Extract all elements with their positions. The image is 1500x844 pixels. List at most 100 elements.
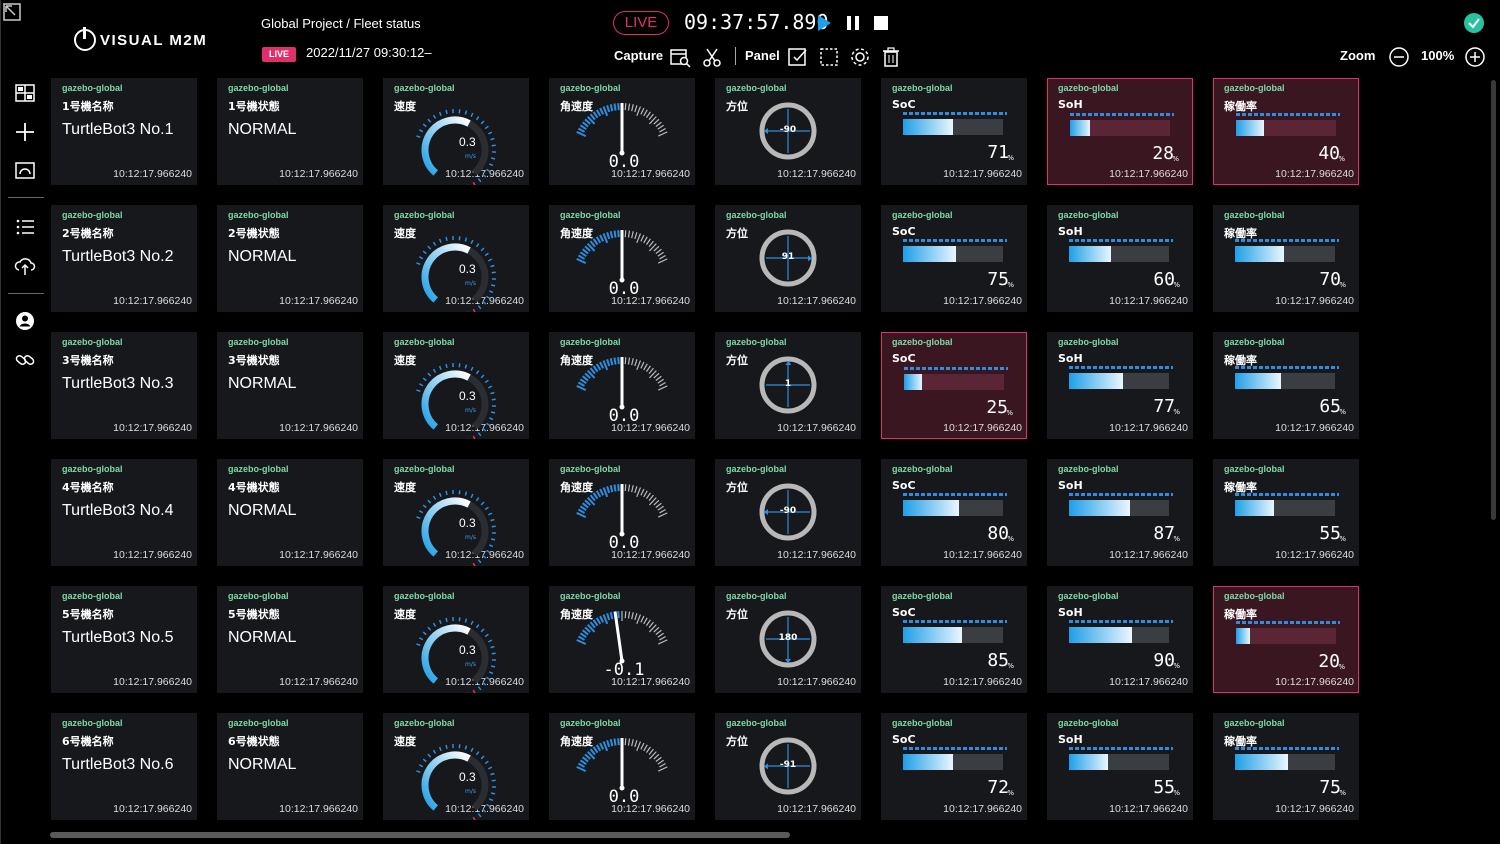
panel-settings-icon[interactable] <box>849 46 871 68</box>
list-icon[interactable] <box>14 216 36 238</box>
angular-tick <box>648 113 654 120</box>
uptime-panel[interactable]: gazebo-global 稼働率 10:12:17.966240 70% <box>1213 205 1359 312</box>
robot-name-panel[interactable]: gazebo-global 6号機名称 10:12:17.966240 TurtleB… <box>51 713 197 820</box>
robot-state-panel[interactable]: gazebo-global 1号機状態 10:12:17.966240 NORMAL <box>217 78 363 185</box>
add-panel-icon[interactable] <box>14 121 36 143</box>
robot-name-panel[interactable]: gazebo-global 2号機名称 10:12:17.966240 TurtleB… <box>51 205 197 312</box>
user-account-icon[interactable] <box>14 310 36 332</box>
bar-fill <box>903 246 956 262</box>
angular-speed-panel[interactable]: gazebo-global 角速度 10:12:17.966240 0.0 <box>549 205 695 312</box>
soh-panel[interactable]: gazebo-global SoH 10:12:17.966240 87% <box>1047 459 1193 566</box>
soc-panel[interactable]: gazebo-global SoC 10:12:17.966240 75% <box>881 205 1027 312</box>
speed-gauge <box>416 744 496 820</box>
soh-panel[interactable]: gazebo-global SoH 10:12:17.966240 90% <box>1047 586 1193 693</box>
zoom-out-icon[interactable] <box>1388 46 1410 68</box>
soh-panel[interactable]: gazebo-global SoH 10:12:17.966240 77% <box>1047 332 1193 439</box>
bar-scale-ticks <box>1069 366 1173 369</box>
soc-panel[interactable]: gazebo-global SoC 10:12:17.966240 71% <box>881 78 1027 185</box>
uptime-panel[interactable]: gazebo-global 稼働率 10:12:17.966240 55% <box>1213 459 1359 566</box>
robot-state-panel[interactable]: gazebo-global 2号機状態 10:12:17.966240 NORMAL <box>217 205 363 312</box>
gauge-tick <box>432 749 437 754</box>
speed-gauge-panel[interactable]: gazebo-global 速度 10:12:17.966240 0.3 m/s <box>383 205 529 312</box>
percent-unit: % <box>1007 154 1014 162</box>
horizontal-scrollbar[interactable] <box>50 832 790 838</box>
soh-value: 77 <box>1153 396 1175 417</box>
angular-tick <box>599 742 605 750</box>
gauge-tick <box>418 383 424 387</box>
heading-panel[interactable]: gazebo-global 方位 10:12:17.966240 1 <box>715 332 861 439</box>
soh-panel[interactable]: gazebo-global SoH 10:12:17.966240 55% <box>1047 713 1193 820</box>
gauge-tick <box>418 764 424 768</box>
angular-speed-panel[interactable]: gazebo-global 角速度 10:12:17.966240 0.0 <box>549 713 695 820</box>
monitor-gauge-icon[interactable] <box>14 160 36 182</box>
angular-tick <box>636 487 642 498</box>
gauge-tick <box>489 544 494 548</box>
panel-timestamp: 10:12:17.966240 <box>943 295 1022 307</box>
gauge-tick <box>477 178 482 183</box>
robot-name-panel[interactable]: gazebo-global 5号機名称 10:12:17.966240 TurtleB… <box>51 586 197 693</box>
breadcrumb[interactable]: Global Project / Fleet status <box>261 16 421 31</box>
bar-track <box>903 246 1003 262</box>
scissors-icon[interactable] <box>701 46 723 68</box>
panel-title: SoC <box>892 225 916 238</box>
angular-tick <box>579 378 587 384</box>
soh-panel[interactable]: gazebo-global SoH 10:12:17.966240 28% <box>1047 78 1193 185</box>
soh-panel[interactable]: gazebo-global SoH 10:12:17.966240 60% <box>1047 205 1193 312</box>
heading-panel[interactable]: gazebo-global 方位 10:12:17.966240 -90 <box>715 78 861 185</box>
robot-state-panel[interactable]: gazebo-global 3号機状態 10:12:17.966240 NORMAL <box>217 332 363 439</box>
play-icon[interactable] <box>815 14 833 32</box>
stop-icon[interactable] <box>872 14 890 32</box>
heading-panel[interactable]: gazebo-global 方位 10:12:17.966240 180 <box>715 586 861 693</box>
angular-tick <box>581 248 589 255</box>
expand-corner-icon[interactable] <box>3 3 21 21</box>
soc-panel[interactable]: gazebo-global SoC 10:12:17.966240 80% <box>881 459 1027 566</box>
dashboard-icon[interactable] <box>14 82 36 104</box>
select-area-icon[interactable] <box>818 46 840 68</box>
cloud-upload-icon[interactable] <box>14 255 36 277</box>
vertical-scrollbar[interactable] <box>1491 80 1496 520</box>
speed-gauge-panel[interactable]: gazebo-global 速度 10:12:17.966240 0.3 m/s <box>383 78 529 185</box>
bar-track <box>903 119 1003 135</box>
soc-panel[interactable]: gazebo-global SoC 10:12:17.966240 72% <box>881 713 1027 820</box>
gauge-tick <box>484 252 489 257</box>
panel-edit-icon[interactable] <box>787 46 809 68</box>
live-button[interactable]: LIVE <box>613 11 669 35</box>
soc-panel[interactable]: gazebo-global SoC 10:12:17.966240 85% <box>881 586 1027 693</box>
speed-gauge-panel[interactable]: gazebo-global 速度 10:12:17.966240 0.3 m/s <box>383 332 529 439</box>
gauge-tick <box>416 643 421 647</box>
speed-gauge-panel[interactable]: gazebo-global 速度 10:12:17.966240 0.3 m/s <box>383 713 529 820</box>
soc-panel[interactable]: gazebo-global SoC 10:12:17.966240 25% <box>881 332 1027 439</box>
angular-tick <box>634 486 638 494</box>
robot-state-panel[interactable]: gazebo-global 6号機状態 10:12:17.966240 NORMAL <box>217 713 363 820</box>
speed-gauge-panel[interactable]: gazebo-global 速度 10:12:17.966240 0.3 m/s <box>383 586 529 693</box>
angular-tick <box>636 233 642 244</box>
heading-panel[interactable]: gazebo-global 方位 10:12:17.966240 -90 <box>715 459 861 566</box>
robot-name-panel[interactable]: gazebo-global 4号機名称 10:12:17.966240 TurtleB… <box>51 459 197 566</box>
bar-scale-ticks <box>1235 747 1339 750</box>
uptime-panel[interactable]: gazebo-global 稼働率 10:12:17.966240 20% <box>1213 586 1359 693</box>
robot-name-panel[interactable]: gazebo-global 3号機名称 10:12:17.966240 TurtleB… <box>51 332 197 439</box>
angular-tick <box>592 238 599 246</box>
trash-icon[interactable] <box>880 46 902 68</box>
panel-timestamp: 10:12:17.966240 <box>113 803 192 815</box>
calendar-search-icon[interactable] <box>669 46 691 68</box>
angular-speed-panel[interactable]: gazebo-global 角速度 10:12:17.966240 0.0 <box>549 459 695 566</box>
uptime-panel[interactable]: gazebo-global 稼働率 10:12:17.966240 40% <box>1213 78 1359 185</box>
uptime-panel[interactable]: gazebo-global 稼働率 10:12:17.966240 75% <box>1213 713 1359 820</box>
robot-state-panel[interactable]: gazebo-global 5号機状態 10:12:17.966240 NORMAL <box>217 586 363 693</box>
angular-speed-panel[interactable]: gazebo-global 角速度 10:12:17.966240 0.0 <box>549 332 695 439</box>
speed-unit: m/s <box>465 407 476 414</box>
link-icon[interactable] <box>14 349 36 371</box>
heading-panel[interactable]: gazebo-global 方位 10:12:17.966240 91 <box>715 205 861 312</box>
robot-state-panel[interactable]: gazebo-global 4号機状態 10:12:17.966240 NORMAL <box>217 459 363 566</box>
uptime-panel[interactable]: gazebo-global 稼働率 10:12:17.966240 65% <box>1213 332 1359 439</box>
speed-gauge-panel[interactable]: gazebo-global 速度 10:12:17.966240 0.3 m/s <box>383 459 529 566</box>
panel-timestamp: 10:12:17.966240 <box>113 676 192 688</box>
angular-speed-panel[interactable]: gazebo-global 角速度 10:12:17.966240 0.0 <box>549 78 695 185</box>
robot-name-panel[interactable]: gazebo-global 1号機名称 10:12:17.966240 TurtleB… <box>51 78 197 185</box>
zoom-in-icon[interactable] <box>1464 46 1486 68</box>
angular-speed-panel[interactable]: gazebo-global 角速度 10:12:17.966240 -0.1 <box>549 586 695 693</box>
panel-title: 3号機状態 <box>228 354 280 367</box>
heading-panel[interactable]: gazebo-global 方位 10:12:17.966240 -91 <box>715 713 861 820</box>
pause-icon[interactable] <box>844 14 862 32</box>
